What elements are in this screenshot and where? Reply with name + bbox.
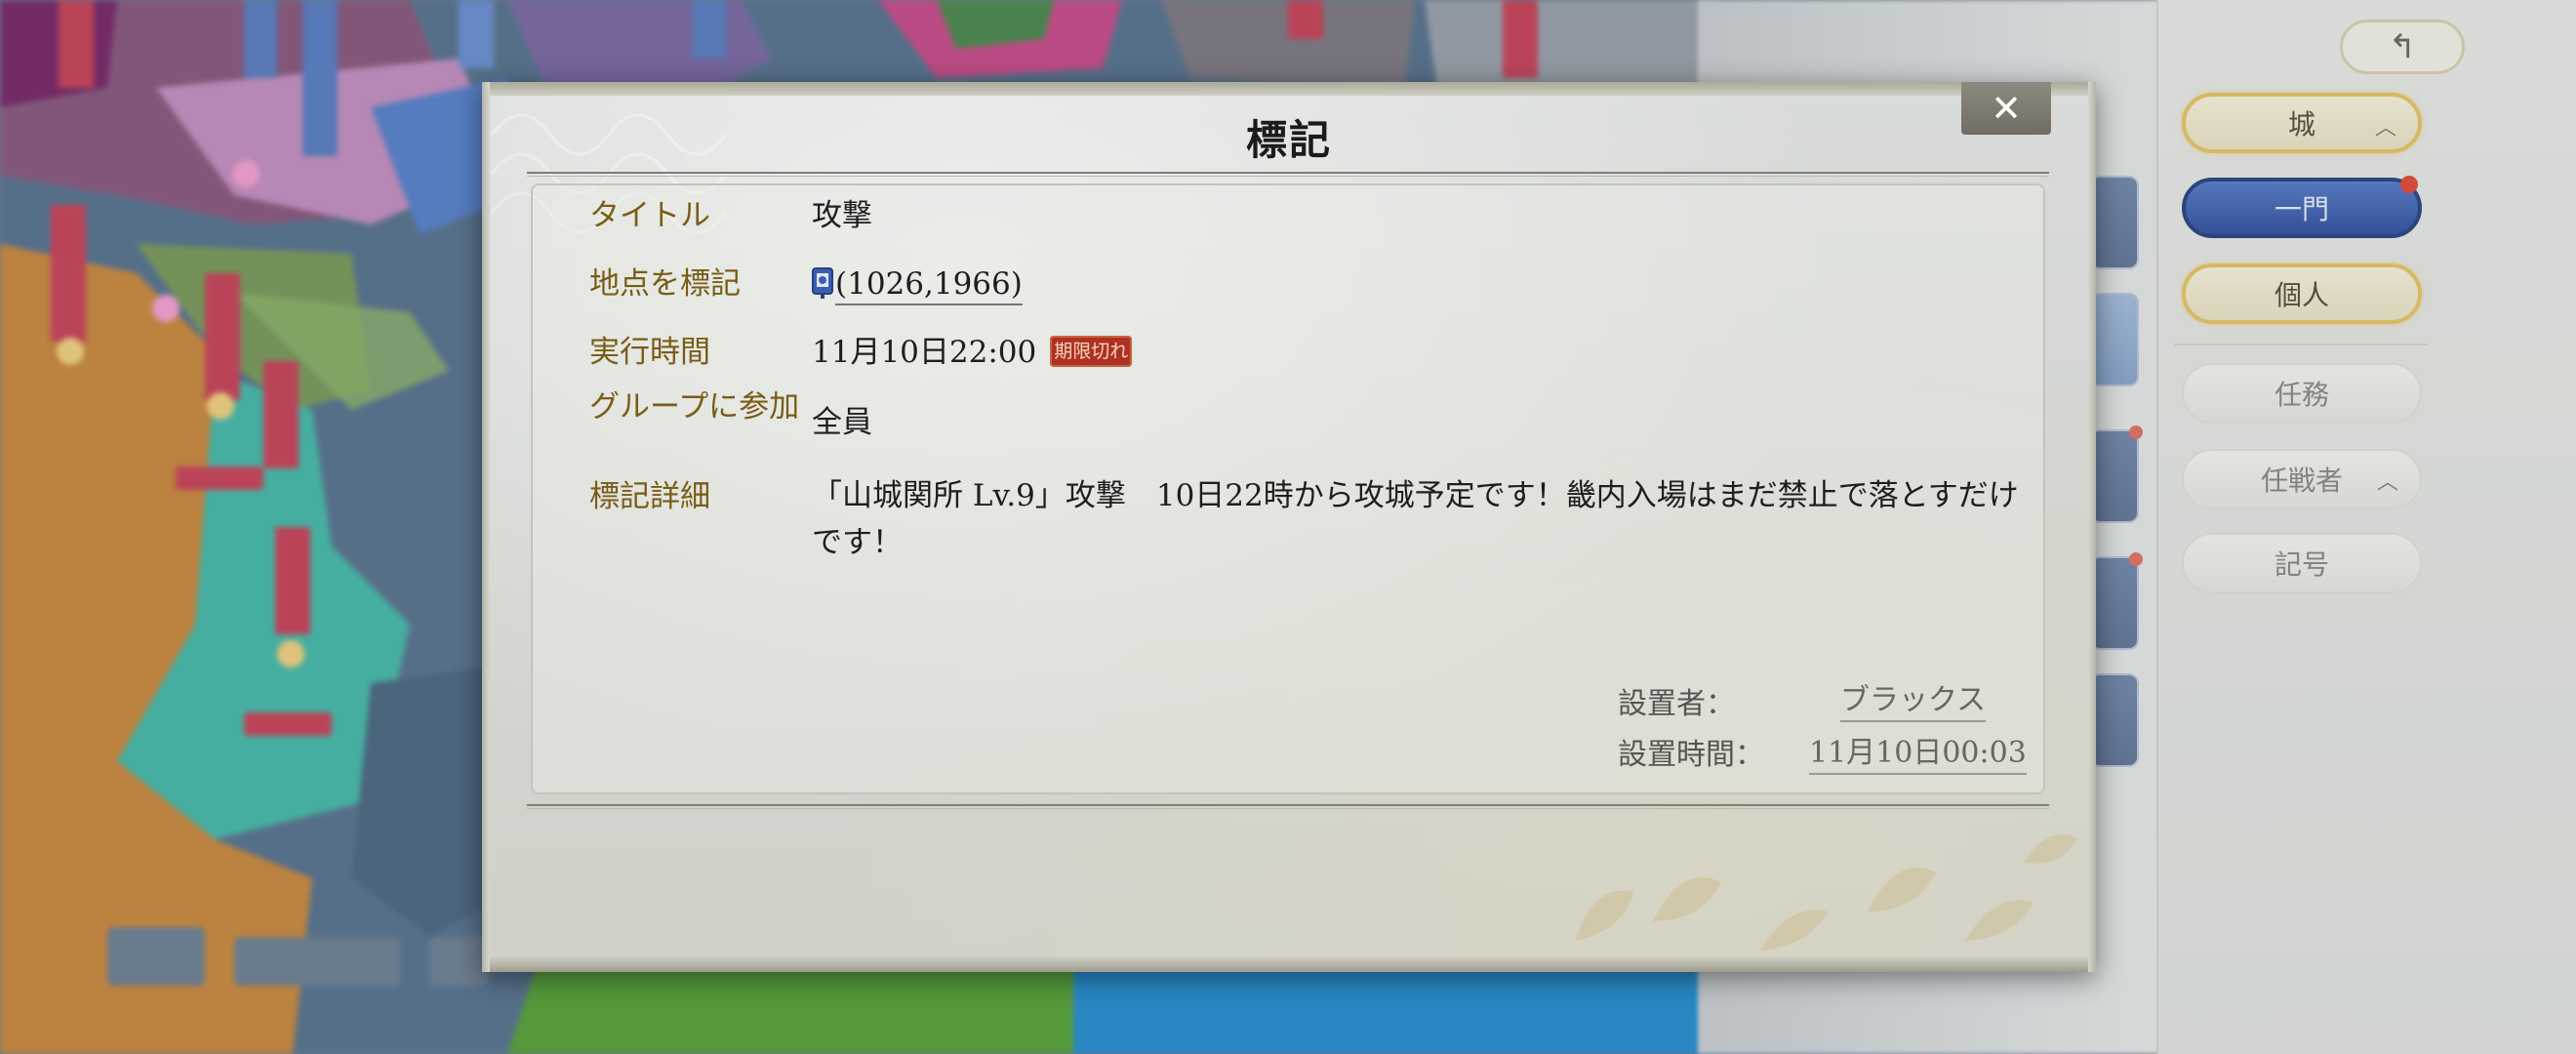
bottom-divider-thin xyxy=(527,808,2049,809)
dialog-frame-right xyxy=(2088,82,2096,972)
castle-marker-icon xyxy=(812,266,833,299)
execution-time: 11月10日22:00 xyxy=(812,335,1037,370)
setter-value[interactable]: ブラックス xyxy=(1840,675,1987,722)
group-field-value: 全員 xyxy=(812,405,872,440)
setter-label: 設置者： xyxy=(1618,687,1735,721)
ginkgo-leaf-decoration xyxy=(1575,833,2077,951)
dialog-frame-left xyxy=(482,82,490,972)
close-icon: ✕ xyxy=(1991,87,2022,130)
title-divider xyxy=(527,172,2049,174)
dialog-frame-top xyxy=(482,82,2096,96)
expired-badge: 期限切れ xyxy=(1050,335,1133,367)
detail-field-value: 「山城関所 Lv.9」攻撃 10日22時から攻城予定です！畿内入場はまだ禁止で落… xyxy=(812,478,2019,560)
title-field-label: タイトル xyxy=(589,198,710,233)
set-time-value: 11月10日00:03 xyxy=(1809,728,2027,775)
marker-dialog: 標記 ✕ タイトル 攻撃 地点を標記 (1026,1966) 実行時間 11月1… xyxy=(482,82,2096,972)
location-coordinate-link[interactable]: (1026,1966) xyxy=(835,266,1023,305)
location-field-label: 地点を標記 xyxy=(589,266,741,302)
title-field-value: 攻撃 xyxy=(812,198,872,233)
location-field-value[interactable]: (1026,1966) xyxy=(812,264,1023,305)
set-time-label: 設置時間： xyxy=(1618,738,1764,772)
dialog-title: 標記 xyxy=(1245,116,1332,164)
detail-field-label: 標記詳細 xyxy=(589,479,710,514)
time-field-label: 実行時間 xyxy=(589,335,710,370)
group-field-label: グループに参加 xyxy=(589,389,800,425)
time-field-value: 11月10日22:00 期限切れ xyxy=(812,332,1133,373)
title-divider-thin xyxy=(527,176,2049,177)
bottom-divider xyxy=(527,804,2049,806)
close-button[interactable]: ✕ xyxy=(1961,82,2051,135)
